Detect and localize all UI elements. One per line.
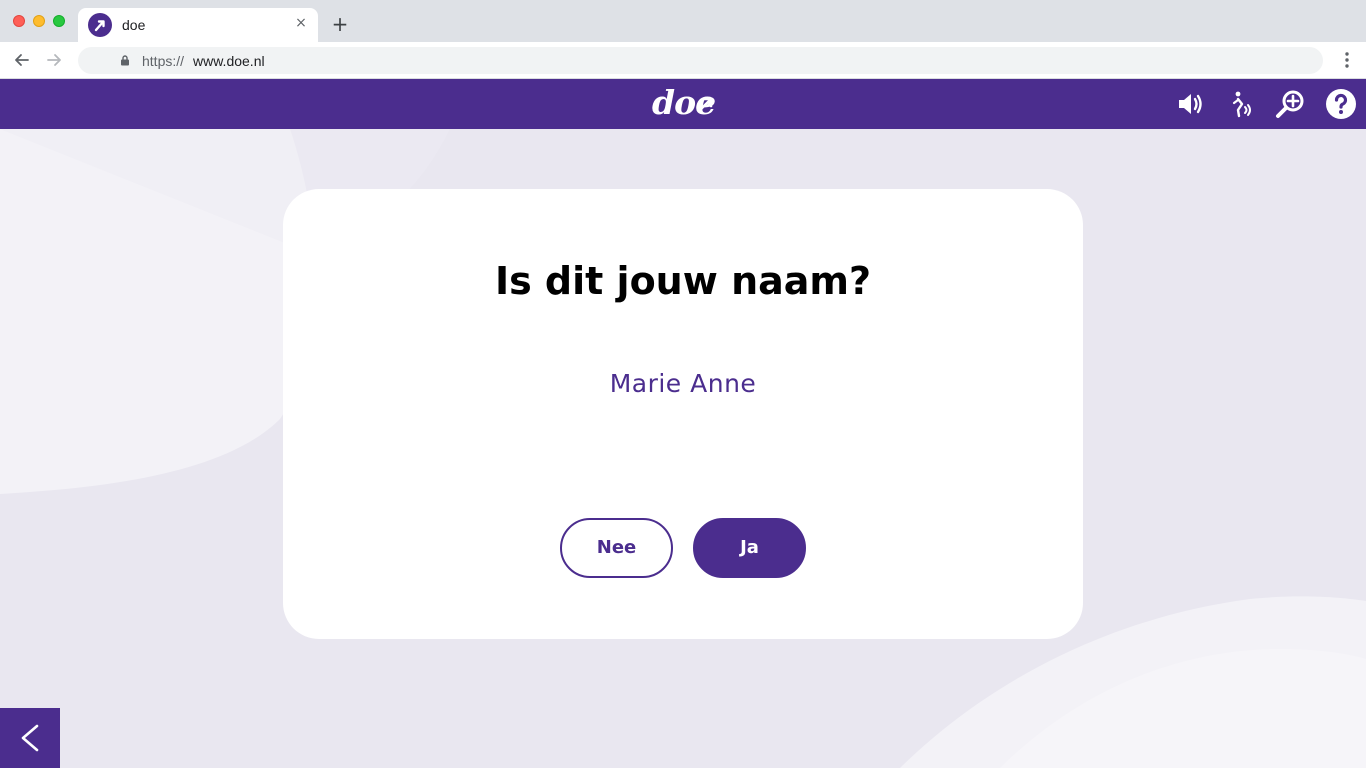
logo-arrow-icon: [698, 97, 713, 112]
doe-favicon-icon: [88, 13, 112, 37]
browser-tab[interactable]: doe ×: [78, 8, 318, 42]
back-button[interactable]: [0, 708, 60, 768]
address-bar[interactable]: https:// www.doe.nl: [78, 47, 1323, 74]
lock-icon: [121, 55, 129, 66]
url-scheme: https://: [142, 53, 185, 69]
window-maximize-button[interactable]: [53, 15, 65, 27]
doe-logo[interactable]: doe: [652, 84, 716, 124]
question-heading: Is dit jouw naam?: [494, 259, 872, 303]
app-header: doe: [0, 79, 1366, 129]
new-tab-button[interactable]: +: [330, 14, 350, 34]
window-minimize-button[interactable]: [33, 15, 45, 27]
yes-button[interactable]: Ja: [693, 518, 806, 578]
zoom-in-icon[interactable]: [1275, 88, 1307, 120]
chevron-left-icon: [21, 724, 39, 752]
tab-close-icon[interactable]: ×: [294, 16, 308, 30]
no-button[interactable]: Nee: [560, 518, 673, 578]
window-close-button[interactable]: [13, 15, 25, 27]
browser-tab-bar: doe × +: [0, 0, 1366, 42]
url-host: www.doe.nl: [193, 53, 265, 69]
browser-toolbar: https:// www.doe.nl: [0, 42, 1366, 79]
sign-language-icon[interactable]: [1225, 88, 1257, 120]
help-icon[interactable]: [1325, 88, 1357, 120]
tab-title: doe: [122, 17, 146, 33]
name-value: Marie Anne: [609, 369, 757, 398]
back-arrow-icon[interactable]: [12, 50, 32, 70]
speaker-icon[interactable]: [1174, 88, 1206, 120]
forward-arrow-icon[interactable]: [44, 50, 64, 70]
browser-menu-icon[interactable]: [1338, 50, 1356, 70]
name-confirmation-card: Is dit jouw naam? Marie Anne Nee Ja: [283, 189, 1083, 639]
